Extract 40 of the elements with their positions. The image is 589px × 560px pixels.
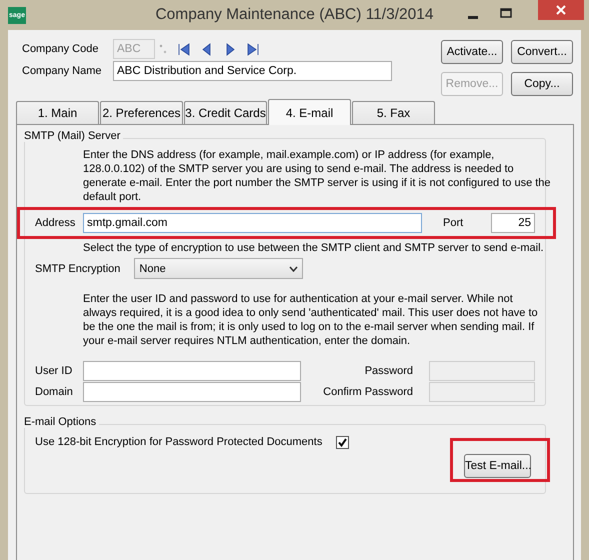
tab[interactable]: 1. Main <box>16 101 99 124</box>
instruction-text: Select the type of encryption to use between the SMTP client and SMTP server to send e-mail. <box>83 241 545 255</box>
convert-button[interactable]: Convert... <box>511 40 573 64</box>
maximize-icon[interactable] <box>500 8 512 18</box>
domain-field[interactable] <box>83 382 301 402</box>
field-label: Company Code <box>21 43 100 55</box>
user-id-field[interactable] <box>83 360 301 380</box>
encryption-dropdown[interactable]: None <box>134 258 304 279</box>
activate-button[interactable]: Activate... <box>441 40 503 64</box>
previous-icon[interactable] <box>201 42 213 56</box>
company-name-field[interactable]: ABC Distribution and Service Corp. <box>113 61 392 81</box>
field-label: Domain <box>35 386 74 398</box>
last-icon[interactable] <box>247 42 259 56</box>
instruction-text: Enter the DNS address (for example, mail.example.com) or IP address (for example, 128.0.0.102) of the SMTP server you are using to send e-mail. The address is needed to generate e-mail. Enter the port number the SMTP server is using if it is not configured to use the default port. <box>83 148 552 204</box>
address-field[interactable]: smtp.gmail.com <box>83 212 422 232</box>
group-title: E-mail Options <box>24 416 96 428</box>
close-button[interactable] <box>538 0 584 20</box>
tab[interactable]: 3. Credit Cards <box>184 101 267 124</box>
close-icon[interactable] <box>556 5 566 15</box>
test-email-button[interactable]: Test E-mail... <box>464 454 531 478</box>
tab[interactable]: 2. Preferences <box>100 101 183 124</box>
first-icon[interactable] <box>178 42 190 56</box>
instruction-text: Enter the user ID and password to use for authentication at your e-mail server. While not always required, it is a good idea to only send 'authenticated' mail. This user does not have to be the one the mail is from; it is only used to log on to the e-mail server when sending mail. If your e-mail server requires NTLM authentication, enter the domain. <box>83 292 539 348</box>
checkbox[interactable] <box>336 436 350 448</box>
field-label: Password <box>364 364 413 376</box>
field-label: SMTP Encryption <box>35 262 120 274</box>
field-label: Port <box>443 216 464 228</box>
chevron-icon <box>289 266 298 272</box>
checkbox-label: Use 128-bit Encryption for Password Protected Documents <box>35 436 322 448</box>
field-label: Address <box>35 216 76 228</box>
tab[interactable]: 5. Fax <box>352 101 435 124</box>
field-label: Confirm Password <box>323 386 413 398</box>
window-title: Company Maintenance (ABC) 11/3/2014 <box>155 6 434 23</box>
tab[interactable]: 4. E-mail <box>268 99 351 125</box>
copy-button[interactable]: Copy... <box>511 72 573 96</box>
field-label: User ID <box>35 364 74 376</box>
field-label: Company Name <box>21 65 102 77</box>
port-field[interactable]: 25 <box>491 212 535 232</box>
next-icon[interactable] <box>224 42 236 56</box>
group-title: SMTP (Mail) Server <box>24 130 120 142</box>
